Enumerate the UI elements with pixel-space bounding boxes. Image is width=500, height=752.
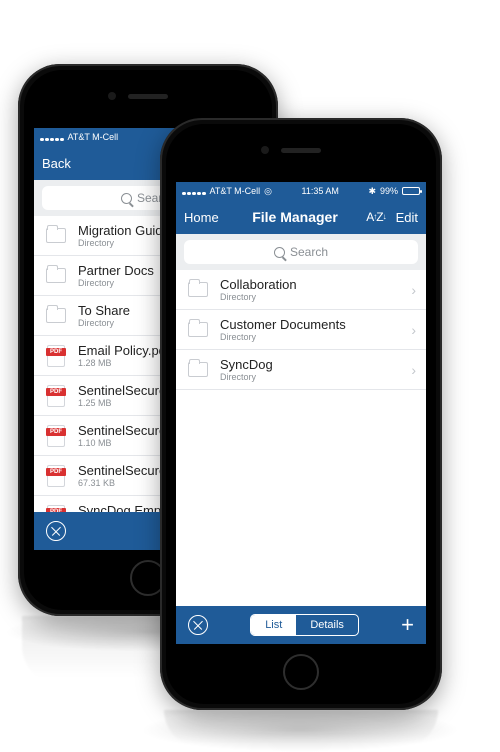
- back-button[interactable]: Back: [42, 156, 94, 171]
- home-button-nav[interactable]: Home: [184, 210, 236, 225]
- carrier-label: AT&T M-Cell: [210, 186, 261, 196]
- folder-icon: [46, 268, 66, 283]
- pdf-icon: [47, 425, 65, 447]
- compass-icon[interactable]: [46, 521, 66, 541]
- signal-dots-icon: [182, 187, 206, 195]
- screen-front: AT&T M-Cell ◎ 11:35 AM ✱ 99% Home File M…: [176, 182, 426, 644]
- compass-icon[interactable]: [188, 615, 208, 635]
- page-title: File Manager: [236, 209, 354, 225]
- pdf-icon: [47, 385, 65, 407]
- wifi-icon: ◎: [264, 186, 272, 197]
- carrier-label: AT&T M-Cell: [68, 132, 119, 142]
- pdf-icon: [47, 505, 65, 513]
- seg-list[interactable]: List: [251, 615, 296, 635]
- nav-bar: Home File Manager A↑Z↓ Edit: [176, 200, 426, 234]
- list-item[interactable]: Customer Documents Directory ›: [176, 310, 426, 350]
- bottom-bar: List Details +: [176, 606, 426, 644]
- view-segmented-control[interactable]: List Details: [250, 614, 359, 636]
- chevron-right-icon: ›: [411, 322, 416, 338]
- status-bar: AT&T M-Cell ◎ 11:35 AM ✱ 99%: [176, 182, 426, 200]
- chevron-right-icon: ›: [411, 282, 416, 298]
- signal-dots-icon: [40, 133, 64, 141]
- item-sub: Directory: [220, 372, 401, 382]
- clock: 11:35 AM: [276, 186, 364, 196]
- search-icon: [274, 247, 285, 258]
- list-item[interactable]: Collaboration Directory ›: [176, 270, 426, 310]
- search-placeholder: Search: [290, 245, 328, 259]
- folder-icon: [188, 282, 208, 297]
- chevron-right-icon: ›: [411, 362, 416, 378]
- battery-icon: [402, 187, 420, 195]
- list-item[interactable]: SyncDog Directory ›: [176, 350, 426, 390]
- item-name: Collaboration: [220, 277, 401, 292]
- file-list: Collaboration Directory › Customer Docum…: [176, 270, 426, 606]
- home-button[interactable]: [283, 654, 319, 690]
- search-bar: Search: [176, 234, 426, 270]
- item-name: Customer Documents: [220, 317, 401, 332]
- folder-icon: [188, 362, 208, 377]
- seg-details[interactable]: Details: [296, 615, 358, 635]
- search-input[interactable]: Search: [184, 240, 418, 264]
- bluetooth-icon: ✱: [368, 186, 376, 197]
- item-name: SyncDog: [220, 357, 401, 372]
- battery-pct: 99%: [380, 186, 398, 196]
- edit-button[interactable]: Edit: [396, 210, 418, 225]
- add-button[interactable]: +: [401, 614, 414, 636]
- pdf-icon: [47, 465, 65, 487]
- folder-icon: [188, 322, 208, 337]
- folder-icon: [46, 228, 66, 243]
- folder-icon: [46, 308, 66, 323]
- search-icon: [121, 193, 132, 204]
- pdf-icon: [47, 345, 65, 367]
- sort-button[interactable]: A↑Z↓: [366, 210, 385, 224]
- item-sub: Directory: [220, 332, 401, 342]
- item-sub: Directory: [220, 292, 401, 302]
- phone-front: AT&T M-Cell ◎ 11:35 AM ✱ 99% Home File M…: [160, 118, 442, 710]
